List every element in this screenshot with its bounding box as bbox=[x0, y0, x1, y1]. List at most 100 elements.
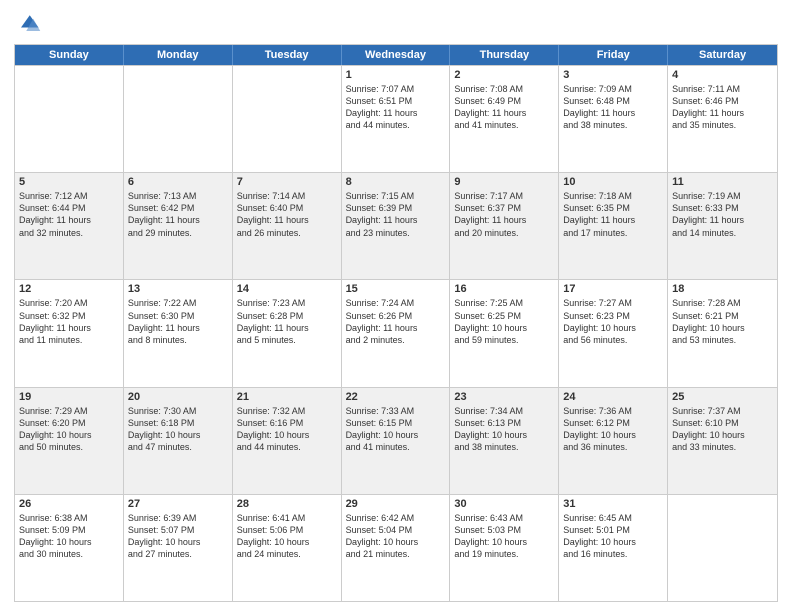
day-number: 7 bbox=[237, 176, 337, 188]
day-number: 24 bbox=[563, 391, 663, 403]
day-number: 31 bbox=[563, 498, 663, 510]
day-cell-11: 11 Sunrise: 7:19 AM Sunset: 6:33 PM Dayli… bbox=[668, 173, 777, 279]
day-info: Sunrise: 7:09 AM Sunset: 6:48 PM Dayligh… bbox=[563, 83, 663, 132]
day-cell-23: 23 Sunrise: 7:34 AM Sunset: 6:13 PM Dayli… bbox=[450, 388, 559, 494]
day-cell-15: 15Sunrise: 7:24 AM Sunset: 6:26 PM Dayli… bbox=[342, 280, 451, 386]
day-number: 8 bbox=[346, 176, 446, 188]
day-info: Sunrise: 7:34 AM Sunset: 6:13 PM Dayligh… bbox=[454, 405, 554, 454]
day-info: Sunrise: 6:45 AM Sunset: 5:01 PM Dayligh… bbox=[563, 512, 663, 561]
day-info: Sunrise: 7:28 AM Sunset: 6:21 PM Dayligh… bbox=[672, 297, 773, 346]
header-day-friday: Friday bbox=[559, 45, 668, 65]
day-number: 19 bbox=[19, 391, 119, 403]
day-info: Sunrise: 6:43 AM Sunset: 5:03 PM Dayligh… bbox=[454, 512, 554, 561]
header-day-wednesday: Wednesday bbox=[342, 45, 451, 65]
day-cell-29: 29 Sunrise: 6:42 AM Sunset: 5:04 PM Dayli… bbox=[342, 495, 451, 601]
day-info: Sunrise: 7:24 AM Sunset: 6:26 PM Dayligh… bbox=[346, 297, 446, 346]
day-cell-12: 12Sunrise: 7:20 AM Sunset: 6:32 PM Dayli… bbox=[15, 280, 124, 386]
day-number: 1 bbox=[346, 69, 446, 81]
day-number: 17 bbox=[563, 283, 663, 295]
day-info: Sunrise: 7:13 AM Sunset: 6:42 PM Dayligh… bbox=[128, 190, 228, 239]
day-number: 25 bbox=[672, 391, 773, 403]
header-day-sunday: Sunday bbox=[15, 45, 124, 65]
day-info: Sunrise: 7:12 AM Sunset: 6:44 PM Dayligh… bbox=[19, 190, 119, 239]
day-number: 18 bbox=[672, 283, 773, 295]
day-info: Sunrise: 7:14 AM Sunset: 6:40 PM Dayligh… bbox=[237, 190, 337, 239]
day-number: 10 bbox=[563, 176, 663, 188]
day-info: Sunrise: 7:27 AM Sunset: 6:23 PM Dayligh… bbox=[563, 297, 663, 346]
day-number: 11 bbox=[672, 176, 773, 188]
day-cell-18: 18 Sunrise: 7:28 AM Sunset: 6:21 PM Dayli… bbox=[668, 280, 777, 386]
day-info: Sunrise: 7:22 AM Sunset: 6:30 PM Dayligh… bbox=[128, 297, 228, 346]
day-info: Sunrise: 7:08 AM Sunset: 6:49 PM Dayligh… bbox=[454, 83, 554, 132]
empty-cell-0-2 bbox=[233, 66, 342, 172]
day-cell-4: 4 Sunrise: 7:11 AM Sunset: 6:46 PM Daylig… bbox=[668, 66, 777, 172]
day-info: Sunrise: 6:42 AM Sunset: 5:04 PM Dayligh… bbox=[346, 512, 446, 561]
day-number: 23 bbox=[454, 391, 554, 403]
day-cell-31: 31 Sunrise: 6:45 AM Sunset: 5:01 PM Dayli… bbox=[559, 495, 668, 601]
header-day-saturday: Saturday bbox=[668, 45, 777, 65]
day-info: Sunrise: 7:07 AM Sunset: 6:51 PM Dayligh… bbox=[346, 83, 446, 132]
day-cell-28: 28 Sunrise: 6:41 AM Sunset: 5:06 PM Dayli… bbox=[233, 495, 342, 601]
day-cell-20: 20 Sunrise: 7:30 AM Sunset: 6:18 PM Dayli… bbox=[124, 388, 233, 494]
day-cell-1: 1 Sunrise: 7:07 AM Sunset: 6:51 PM Daylig… bbox=[342, 66, 451, 172]
day-cell-2: 2Sunrise: 7:08 AM Sunset: 6:49 PM Daylig… bbox=[450, 66, 559, 172]
day-cell-30: 30 Sunrise: 6:43 AM Sunset: 5:03 PM Dayli… bbox=[450, 495, 559, 601]
day-number: 28 bbox=[237, 498, 337, 510]
header-day-tuesday: Tuesday bbox=[233, 45, 342, 65]
calendar-row-0: 1 Sunrise: 7:07 AM Sunset: 6:51 PM Daylig… bbox=[15, 65, 777, 172]
calendar-row-3: 19 Sunrise: 7:29 AM Sunset: 6:20 PM Dayli… bbox=[15, 387, 777, 494]
day-info: Sunrise: 7:32 AM Sunset: 6:16 PM Dayligh… bbox=[237, 405, 337, 454]
day-number: 5 bbox=[19, 176, 119, 188]
day-cell-3: 3 Sunrise: 7:09 AM Sunset: 6:48 PM Daylig… bbox=[559, 66, 668, 172]
calendar: SundayMondayTuesdayWednesdayThursdayFrid… bbox=[14, 44, 778, 602]
day-cell-22: 22Sunrise: 7:33 AM Sunset: 6:15 PM Dayli… bbox=[342, 388, 451, 494]
day-info: Sunrise: 7:19 AM Sunset: 6:33 PM Dayligh… bbox=[672, 190, 773, 239]
header bbox=[14, 10, 778, 38]
empty-cell-4-6 bbox=[668, 495, 777, 601]
calendar-row-2: 12Sunrise: 7:20 AM Sunset: 6:32 PM Dayli… bbox=[15, 279, 777, 386]
day-info: Sunrise: 7:15 AM Sunset: 6:39 PM Dayligh… bbox=[346, 190, 446, 239]
day-info: Sunrise: 7:17 AM Sunset: 6:37 PM Dayligh… bbox=[454, 190, 554, 239]
day-number: 20 bbox=[128, 391, 228, 403]
day-info: Sunrise: 7:29 AM Sunset: 6:20 PM Dayligh… bbox=[19, 405, 119, 454]
day-number: 26 bbox=[19, 498, 119, 510]
day-number: 3 bbox=[563, 69, 663, 81]
day-cell-25: 25 Sunrise: 7:37 AM Sunset: 6:10 PM Dayli… bbox=[668, 388, 777, 494]
day-number: 9 bbox=[454, 176, 554, 188]
day-info: Sunrise: 6:39 AM Sunset: 5:07 PM Dayligh… bbox=[128, 512, 228, 561]
day-number: 27 bbox=[128, 498, 228, 510]
day-info: Sunrise: 7:37 AM Sunset: 6:10 PM Dayligh… bbox=[672, 405, 773, 454]
day-info: Sunrise: 7:36 AM Sunset: 6:12 PM Dayligh… bbox=[563, 405, 663, 454]
calendar-row-4: 26Sunrise: 6:38 AM Sunset: 5:09 PM Dayli… bbox=[15, 494, 777, 601]
day-cell-14: 14Sunrise: 7:23 AM Sunset: 6:28 PM Dayli… bbox=[233, 280, 342, 386]
day-cell-9: 9 Sunrise: 7:17 AM Sunset: 6:37 PM Daylig… bbox=[450, 173, 559, 279]
day-info: Sunrise: 6:41 AM Sunset: 5:06 PM Dayligh… bbox=[237, 512, 337, 561]
day-info: Sunrise: 7:11 AM Sunset: 6:46 PM Dayligh… bbox=[672, 83, 773, 132]
day-cell-27: 27 Sunrise: 6:39 AM Sunset: 5:07 PM Dayli… bbox=[124, 495, 233, 601]
day-number: 13 bbox=[128, 283, 228, 295]
calendar-body: 1 Sunrise: 7:07 AM Sunset: 6:51 PM Daylig… bbox=[15, 65, 777, 601]
day-cell-7: 7 Sunrise: 7:14 AM Sunset: 6:40 PM Daylig… bbox=[233, 173, 342, 279]
empty-cell-0-0 bbox=[15, 66, 124, 172]
logo bbox=[14, 10, 46, 38]
day-number: 29 bbox=[346, 498, 446, 510]
day-cell-16: 16Sunrise: 7:25 AM Sunset: 6:25 PM Dayli… bbox=[450, 280, 559, 386]
day-cell-8: 8 Sunrise: 7:15 AM Sunset: 6:39 PM Daylig… bbox=[342, 173, 451, 279]
day-number: 4 bbox=[672, 69, 773, 81]
day-info: Sunrise: 7:18 AM Sunset: 6:35 PM Dayligh… bbox=[563, 190, 663, 239]
logo-icon bbox=[14, 10, 42, 38]
day-cell-24: 24 Sunrise: 7:36 AM Sunset: 6:12 PM Dayli… bbox=[559, 388, 668, 494]
day-cell-6: 6Sunrise: 7:13 AM Sunset: 6:42 PM Daylig… bbox=[124, 173, 233, 279]
day-info: Sunrise: 7:25 AM Sunset: 6:25 PM Dayligh… bbox=[454, 297, 554, 346]
page: SundayMondayTuesdayWednesdayThursdayFrid… bbox=[0, 0, 792, 612]
header-day-thursday: Thursday bbox=[450, 45, 559, 65]
day-cell-10: 10 Sunrise: 7:18 AM Sunset: 6:35 PM Dayli… bbox=[559, 173, 668, 279]
calendar-header: SundayMondayTuesdayWednesdayThursdayFrid… bbox=[15, 45, 777, 65]
day-cell-26: 26Sunrise: 6:38 AM Sunset: 5:09 PM Dayli… bbox=[15, 495, 124, 601]
day-number: 21 bbox=[237, 391, 337, 403]
day-number: 22 bbox=[346, 391, 446, 403]
day-info: Sunrise: 7:30 AM Sunset: 6:18 PM Dayligh… bbox=[128, 405, 228, 454]
day-cell-5: 5 Sunrise: 7:12 AM Sunset: 6:44 PM Daylig… bbox=[15, 173, 124, 279]
day-cell-19: 19 Sunrise: 7:29 AM Sunset: 6:20 PM Dayli… bbox=[15, 388, 124, 494]
day-number: 30 bbox=[454, 498, 554, 510]
